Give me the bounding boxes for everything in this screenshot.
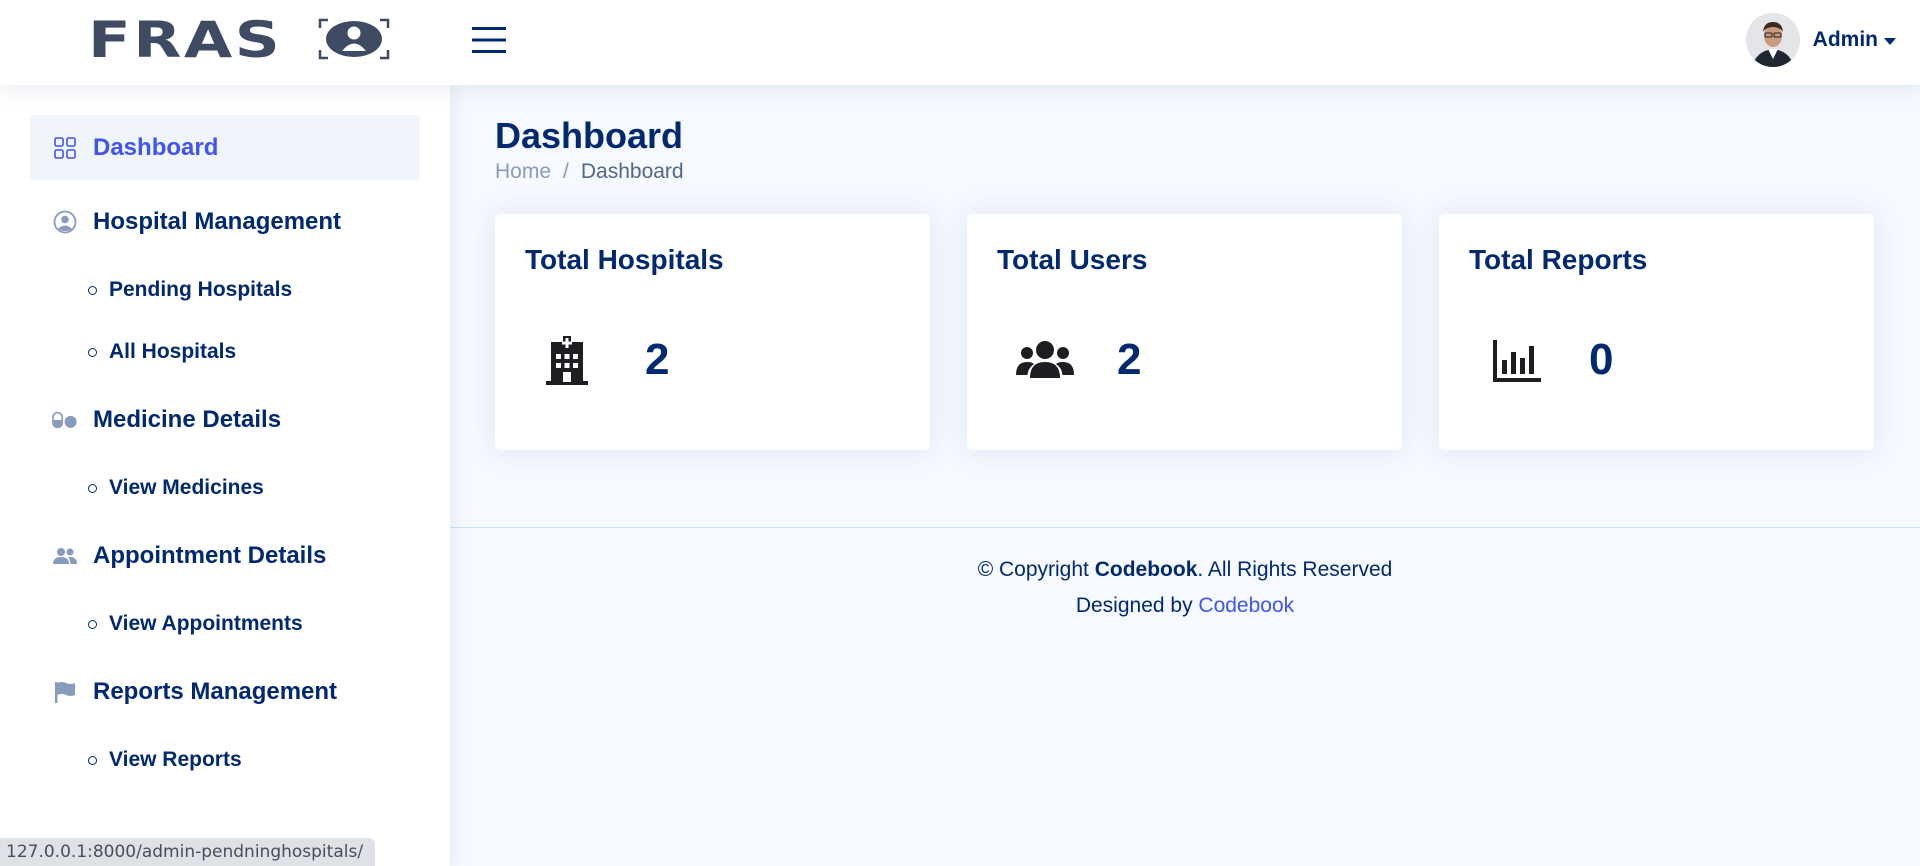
sidebar-subitem-label: View Reports: [109, 748, 242, 771]
users-icon: [1016, 341, 1074, 378]
designed-by-label: Designed by: [1075, 594, 1199, 617]
sidebar-subitem-view-medicines[interactable]: View Medicines: [30, 461, 420, 515]
sidebar-item-dashboard[interactable]: Dashboard: [30, 115, 420, 180]
flag-icon: [52, 679, 78, 705]
total-hospitals-card: Total Hospitals 2: [495, 214, 930, 450]
person-circle-icon: [52, 209, 78, 235]
sidebar-subitem-view-reports[interactable]: View Reports: [30, 733, 420, 787]
sidebar-subitem-all-hospitals[interactable]: All Hospitals: [30, 325, 420, 379]
sidebar: Dashboard Hospital Management Pending Ho…: [0, 85, 450, 866]
circle-icon: [88, 755, 97, 765]
sidebar-subitem-view-appointments[interactable]: View Appointments: [30, 597, 420, 651]
card-value: 0: [1589, 335, 1614, 384]
card-value: 2: [1117, 335, 1142, 384]
capsule-icon: [52, 407, 78, 433]
card-value: 2: [645, 335, 670, 384]
chevron-down-icon: [1884, 37, 1896, 45]
circle-icon: [88, 483, 97, 493]
avatar: [1745, 13, 1800, 67]
hamburger-icon: [472, 27, 506, 53]
hospital-icon: [546, 336, 588, 385]
breadcrumb-home-link[interactable]: Home: [495, 160, 551, 184]
sidebar-item-hospital-management[interactable]: Hospital Management: [30, 189, 420, 254]
sidebar-item-label: Medicine Details: [93, 405, 282, 433]
breadcrumb-separator: /: [563, 160, 569, 183]
copyright-brand: Codebook: [1094, 558, 1198, 581]
sidebar-toggle-button[interactable]: [472, 24, 506, 56]
sidebar-item-reports-management[interactable]: Reports Management: [30, 659, 420, 724]
copyright-suffix: . All Rights Reserved: [1197, 558, 1393, 581]
page-title: Dashboard: [495, 115, 684, 156]
circle-icon: [88, 619, 97, 629]
card-title: Total Reports: [1469, 244, 1648, 275]
sidebar-item-label: Dashboard: [93, 133, 219, 161]
copyright-line: © Copyright Codebook. All Rights Reserve…: [450, 558, 1920, 582]
sidebar-item-label: Hospital Management: [93, 207, 342, 235]
total-reports-card: Total Reports 0: [1439, 214, 1874, 450]
card-title: Total Users: [997, 244, 1148, 275]
copyright-prefix: © Copyright: [977, 558, 1095, 581]
logo-text: FRAS: [88, 11, 283, 69]
designer-link[interactable]: Codebook: [1198, 594, 1294, 617]
sidebar-item-appointment-details[interactable]: Appointment Details: [30, 523, 420, 588]
footer: © Copyright Codebook. All Rights Reserve…: [450, 527, 1920, 630]
sidebar-subitem-label: View Appointments: [109, 612, 303, 635]
breadcrumb: Home / Dashboard: [495, 160, 684, 184]
total-users-card: Total Users 2: [967, 214, 1402, 450]
profile-name: Admin: [1812, 28, 1878, 51]
sidebar-subitem-label: Pending Hospitals: [109, 278, 293, 301]
sidebar-item-label: Appointment Details: [93, 541, 327, 569]
circle-icon: [88, 347, 97, 357]
sidebar-subitem-label: All Hospitals: [109, 340, 237, 363]
sidebar-item-medicine-details[interactable]: Medicine Details: [30, 387, 420, 452]
grid-icon: [52, 135, 78, 161]
circle-icon: [88, 285, 97, 295]
profile-dropdown[interactable]: Admin: [1745, 13, 1896, 67]
sidebar-item-label: Reports Management: [93, 677, 338, 705]
chart-bar-icon: [1493, 340, 1541, 382]
people-icon: [52, 543, 78, 569]
logo[interactable]: FRAS: [88, 11, 393, 69]
status-bar-url: 127.0.0.1:8000/admin-pendninghospitals/: [0, 838, 376, 866]
face-scan-logo-icon: [318, 18, 390, 60]
main-content: Dashboard Home / Dashboard Total Hospita…: [450, 85, 1920, 866]
sidebar-subitem-label: View Medicines: [109, 476, 264, 499]
top-header: FRAS Admin: [0, 0, 1920, 85]
avatar-image-icon: [1745, 13, 1800, 67]
designed-by-line: Designed by Codebook: [450, 594, 1920, 618]
sidebar-subitem-pending-hospitals[interactable]: Pending Hospitals: [30, 263, 420, 317]
breadcrumb-current: Dashboard: [580, 160, 684, 183]
card-title: Total Hospitals: [525, 244, 724, 275]
